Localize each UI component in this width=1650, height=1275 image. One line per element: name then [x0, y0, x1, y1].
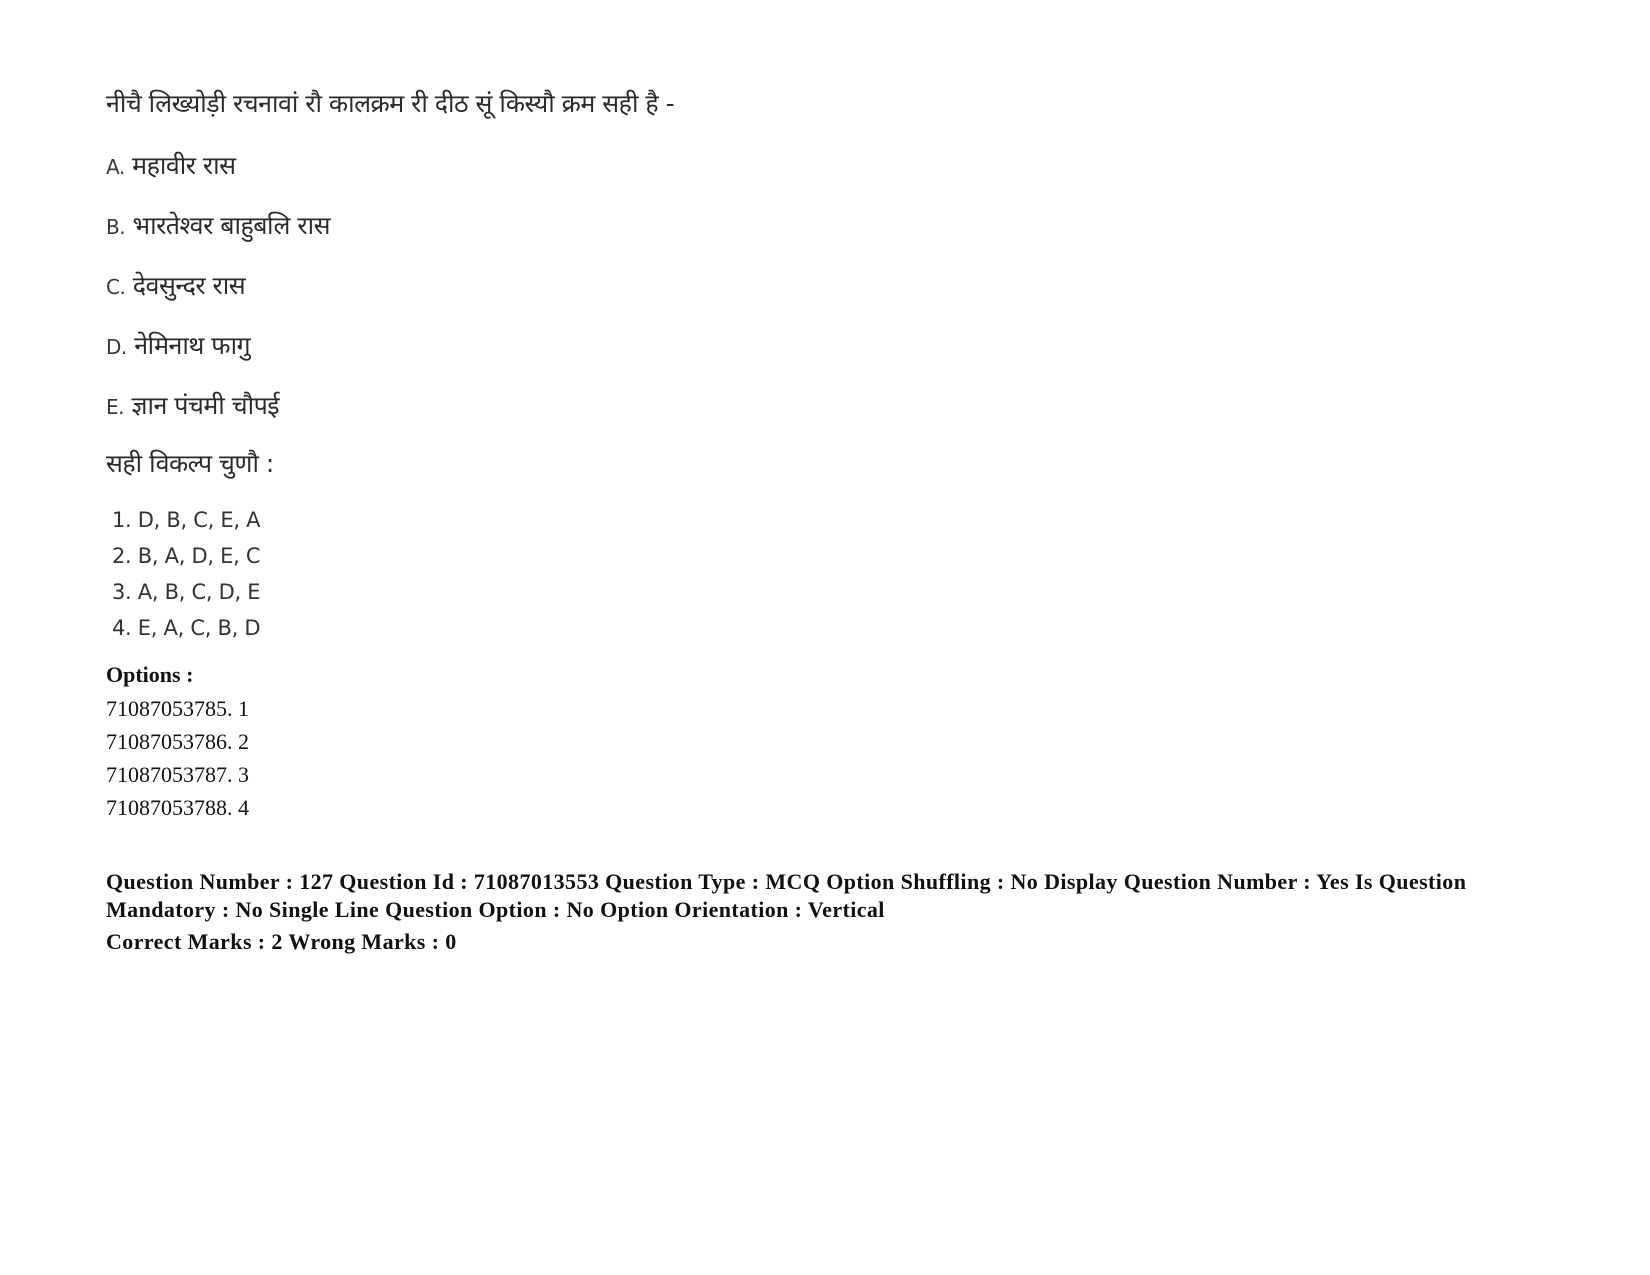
item-label: E.	[106, 395, 125, 419]
option-id-4: 71087053788. 4	[106, 795, 249, 820]
item-text: महावीर रास	[132, 151, 236, 180]
item-label: A.	[106, 155, 125, 179]
question-item-e: E. ज्ञान पंचमी चौपई	[106, 388, 280, 422]
item-label: C.	[106, 275, 126, 299]
option-id-1: 71087053785. 1	[106, 696, 249, 721]
question-item-a: A. महावीर रास	[106, 148, 236, 182]
question-metadata: Question Number : 127 Question Id : 7108…	[106, 869, 1467, 922]
marks-metadata: Correct Marks : 2 Wrong Marks : 0	[106, 929, 457, 954]
answer-choice-1: 1. D, B, C, E, A	[112, 508, 261, 532]
item-label: B.	[106, 215, 126, 239]
item-label: D.	[106, 335, 127, 359]
instruction-text: सही विकल्प चुणौ :	[106, 449, 274, 478]
question-stem: नीचै लिख्योड़ी रचनावां रौ कालक्रम री दीठ…	[106, 89, 675, 118]
question-item-b: B. भारतेश्वर बाहुबलि रास	[106, 208, 331, 242]
question-item-c: C. देवसुन्दर रास	[106, 268, 246, 302]
answer-choice-2: 2. B, A, D, E, C	[112, 544, 261, 568]
question-item-d: D. नेमिनाथ फागु	[106, 328, 251, 362]
item-text: देवसुन्दर रास	[132, 271, 246, 300]
item-text: भारतेश्वर बाहुबलि रास	[132, 211, 331, 240]
answer-choice-3: 3. A, B, C, D, E	[112, 580, 261, 604]
options-heading: Options :	[106, 662, 194, 687]
option-id-3: 71087053787. 3	[106, 762, 249, 787]
item-text: नेमिनाथ फागु	[134, 331, 251, 360]
answer-choice-4: 4. E, A, C, B, D	[112, 616, 261, 640]
option-id-2: 71087053786. 2	[106, 729, 249, 754]
item-text: ज्ञान पंचमी चौपई	[131, 391, 280, 420]
